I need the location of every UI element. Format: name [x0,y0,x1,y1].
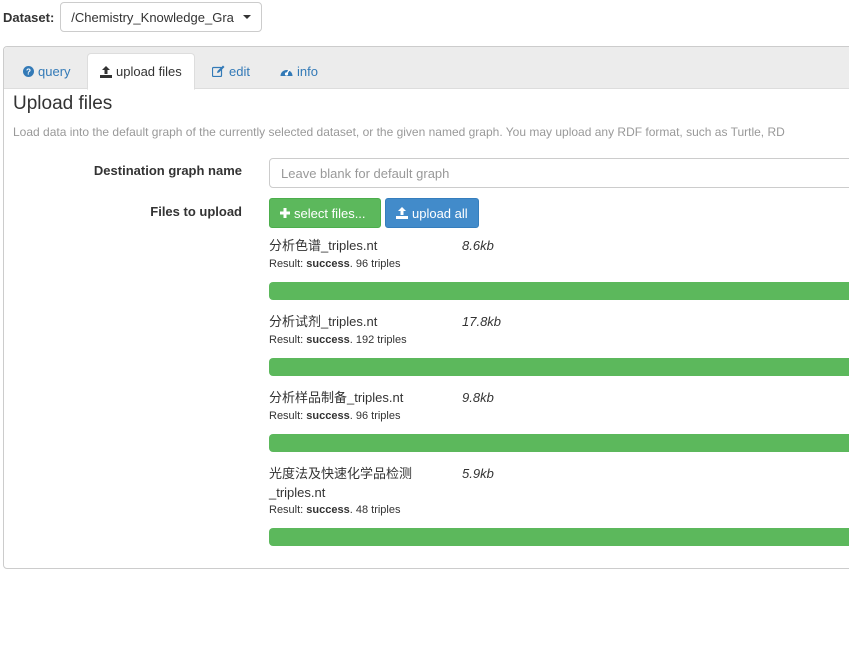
upload-all-label: upload all [412,205,468,221]
result-status: success [306,504,350,516]
select-files-button[interactable]: select files... [269,198,381,228]
main-panel: ? query upload files edit info Upload fi… [3,46,849,569]
destination-graph-input[interactable] [269,158,849,188]
file-result: Result: success. 192 triples [269,334,407,346]
tab-query[interactable]: ? query [11,53,83,89]
upload-icon [396,207,408,219]
upload-icon [100,65,112,78]
destination-graph-label: Destination graph name [93,163,242,178]
dataset-label: Dataset: [3,9,55,25]
tab-upload-files-label: upload files [116,64,182,79]
upload-progress [269,434,849,452]
file-result: Result: success. 96 triples [269,258,401,270]
result-status: success [306,334,350,346]
tab-query-label: query [38,63,71,79]
plus-icon [280,208,290,218]
file-name: 分析色谱_triples.nt [269,238,378,253]
file-size: 9.8kb [462,390,494,405]
file-size: 17.8kb [462,314,502,329]
page-description: Load data into the default graph of the … [13,125,785,139]
files-to-upload-label: Files to upload [150,204,242,219]
dataset-dropdown[interactable]: /Chemistry_Knowledge_Gra [60,2,262,32]
upload-progress [269,528,849,546]
tab-edit[interactable]: edit [200,53,262,89]
tab-upload-files[interactable]: upload files [87,53,195,90]
upload-progress-bar [269,434,849,452]
upload-progress [269,282,849,300]
dataset-selected: /Chemistry_Knowledge_Gra [71,9,234,25]
file-result: Result: success. 96 triples [269,410,401,422]
tab-info[interactable]: info [268,53,330,89]
result-status: success [306,410,350,422]
file-name: 分析样品制备_triples.nt [269,390,404,405]
dashboard-icon [280,66,293,77]
svg-text:?: ? [26,67,31,76]
file-name: 分析试剂_triples.nt [269,314,378,329]
upload-progress-bar [269,528,849,546]
result-status: success [306,258,350,270]
upload-progress [269,358,849,376]
tab-edit-label: edit [229,63,250,79]
edit-icon [212,65,225,77]
dataset-selector: Dataset: /Chemistry_Knowledge_Gra [3,2,262,32]
file-size: 5.9kb [462,466,494,481]
tab-info-label: info [297,63,318,79]
file-name: 光度法及快速化学品检测_triples.nt [269,466,413,500]
page-title: Upload files [13,93,113,114]
file-result: Result: success. 48 triples [269,504,401,516]
select-files-label: select files... [294,205,366,221]
file-size: 8.6kb [462,238,494,253]
upload-all-button[interactable]: upload all [385,198,479,228]
upload-progress-bar [269,358,849,376]
tab-bar: ? query upload files edit info [4,47,849,90]
caret-down-icon [242,15,251,19]
question-circle-icon: ? [23,65,34,77]
upload-progress-bar [269,282,849,300]
